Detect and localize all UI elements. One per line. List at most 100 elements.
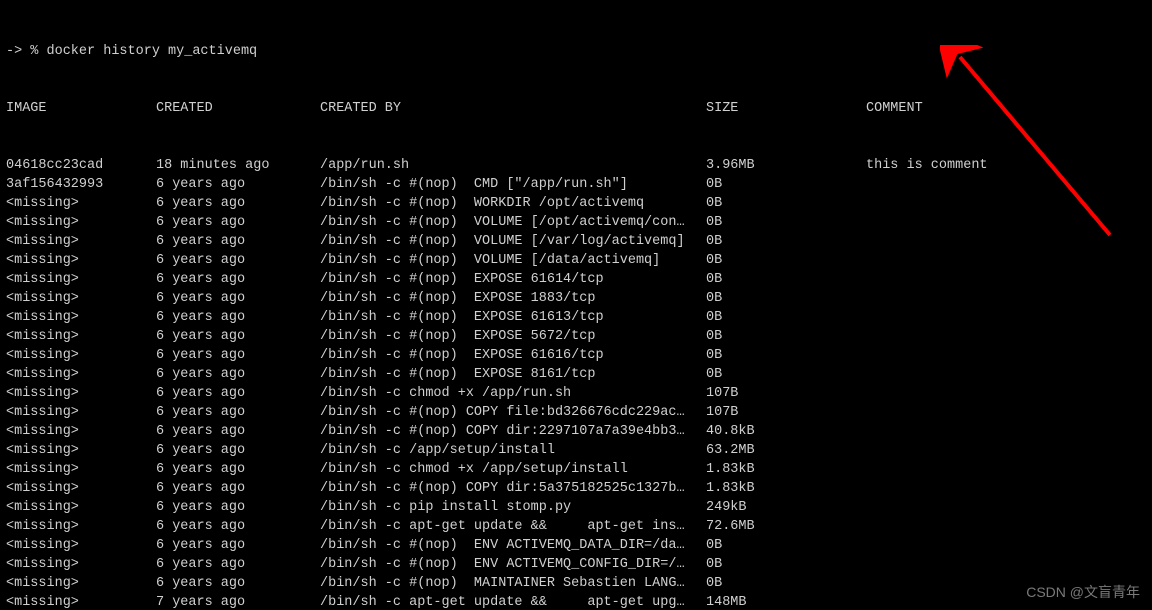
command-prompt: -> % docker history my_activemq — [6, 42, 257, 61]
cell-comment — [866, 593, 1146, 610]
cell-size: 249kB — [706, 498, 866, 517]
cell-size: 40.8kB — [706, 422, 866, 441]
cell-comment — [866, 422, 1146, 441]
cell-image: <missing> — [6, 308, 156, 327]
cell-created: 6 years ago — [156, 422, 320, 441]
cell-comment — [866, 536, 1146, 555]
cell-createdby: /bin/sh -c chmod +x /app/setup/install — [320, 460, 706, 479]
table-body: 04618cc23cad18 minutes ago/app/run.sh3.9… — [6, 156, 1146, 610]
cell-size: 0B — [706, 327, 866, 346]
cell-created: 7 years ago — [156, 593, 320, 610]
cell-created: 6 years ago — [156, 460, 320, 479]
cell-comment — [866, 384, 1146, 403]
cell-image: <missing> — [6, 270, 156, 289]
cell-comment — [866, 308, 1146, 327]
cell-createdby: /bin/sh -c #(nop) ENV ACTIVEMQ_DATA_DIR=… — [320, 536, 706, 555]
cell-comment — [866, 270, 1146, 289]
cell-createdby: /bin/sh -c #(nop) ENV ACTIVEMQ_CONFIG_DI… — [320, 555, 706, 574]
cell-created: 6 years ago — [156, 251, 320, 270]
table-row: 3af1564329936 years ago/bin/sh -c #(nop)… — [6, 175, 1146, 194]
cell-createdby: /bin/sh -c #(nop) COPY file:bd326676cdc2… — [320, 403, 706, 422]
cell-createdby: /bin/sh -c #(nop) EXPOSE 1883/tcp — [320, 289, 706, 308]
cell-created: 6 years ago — [156, 289, 320, 308]
cell-size: 0B — [706, 365, 866, 384]
cell-comment — [866, 460, 1146, 479]
table-row: <missing>6 years ago/bin/sh -c /app/setu… — [6, 441, 1146, 460]
cell-createdby: /bin/sh -c #(nop) CMD ["/app/run.sh"] — [320, 175, 706, 194]
table-row: 04618cc23cad18 minutes ago/app/run.sh3.9… — [6, 156, 1146, 175]
cell-image: <missing> — [6, 365, 156, 384]
table-row: <missing>6 years ago/bin/sh -c #(nop) EX… — [6, 308, 1146, 327]
header-createdby: CREATED BY — [320, 99, 706, 118]
cell-createdby: /bin/sh -c chmod +x /app/run.sh — [320, 384, 706, 403]
cell-comment — [866, 479, 1146, 498]
cell-created: 6 years ago — [156, 536, 320, 555]
cell-image: 3af156432993 — [6, 175, 156, 194]
cell-image: <missing> — [6, 194, 156, 213]
cell-size: 0B — [706, 175, 866, 194]
cell-created: 6 years ago — [156, 384, 320, 403]
cell-comment — [866, 251, 1146, 270]
table-row: <missing>7 years ago/bin/sh -c apt-get u… — [6, 593, 1146, 610]
cell-comment — [866, 213, 1146, 232]
table-row: <missing>6 years ago/bin/sh -c #(nop) WO… — [6, 194, 1146, 213]
header-created: CREATED — [156, 99, 320, 118]
cell-createdby: /app/run.sh — [320, 156, 706, 175]
cell-createdby: /bin/sh -c /app/setup/install — [320, 441, 706, 460]
table-row: <missing>6 years ago/bin/sh -c #(nop) EN… — [6, 555, 1146, 574]
command-prompt-line: -> % docker history my_activemq — [6, 42, 1146, 61]
cell-size: 0B — [706, 194, 866, 213]
cell-created: 18 minutes ago — [156, 156, 320, 175]
cell-created: 6 years ago — [156, 213, 320, 232]
cell-comment — [866, 441, 1146, 460]
cell-created: 6 years ago — [156, 346, 320, 365]
table-row: <missing>6 years ago/bin/sh -c #(nop) MA… — [6, 574, 1146, 593]
header-size: SIZE — [706, 99, 866, 118]
cell-size: 0B — [706, 213, 866, 232]
cell-image: <missing> — [6, 479, 156, 498]
cell-size: 72.6MB — [706, 517, 866, 536]
cell-created: 6 years ago — [156, 441, 320, 460]
cell-comment — [866, 232, 1146, 251]
table-row: <missing>6 years ago/bin/sh -c #(nop) EX… — [6, 327, 1146, 346]
cell-size: 3.96MB — [706, 156, 866, 175]
cell-createdby: /bin/sh -c pip install stomp.py — [320, 498, 706, 517]
cell-createdby: /bin/sh -c #(nop) COPY dir:2297107a7a39e… — [320, 422, 706, 441]
table-row: <missing>6 years ago/bin/sh -c #(nop) VO… — [6, 213, 1146, 232]
table-row: <missing>6 years ago/bin/sh -c chmod +x … — [6, 460, 1146, 479]
cell-created: 6 years ago — [156, 517, 320, 536]
terminal-output: -> % docker history my_activemq IMAGE CR… — [0, 0, 1152, 610]
cell-created: 6 years ago — [156, 479, 320, 498]
table-header-row: IMAGE CREATED CREATED BY SIZE COMMENT — [6, 99, 1146, 118]
cell-image: <missing> — [6, 593, 156, 610]
cell-size: 1.83kB — [706, 460, 866, 479]
cell-created: 6 years ago — [156, 574, 320, 593]
table-row: <missing>6 years ago/bin/sh -c #(nop) EX… — [6, 289, 1146, 308]
cell-created: 6 years ago — [156, 555, 320, 574]
cell-createdby: /bin/sh -c #(nop) VOLUME [/data/activemq… — [320, 251, 706, 270]
cell-image: <missing> — [6, 517, 156, 536]
cell-size: 0B — [706, 289, 866, 308]
cell-created: 6 years ago — [156, 308, 320, 327]
header-comment: COMMENT — [866, 99, 1146, 118]
cell-createdby: /bin/sh -c #(nop) EXPOSE 61616/tcp — [320, 346, 706, 365]
table-row: <missing>6 years ago/bin/sh -c #(nop) EX… — [6, 365, 1146, 384]
cell-image: <missing> — [6, 441, 156, 460]
cell-comment — [866, 365, 1146, 384]
cell-image: <missing> — [6, 403, 156, 422]
cell-created: 6 years ago — [156, 194, 320, 213]
cell-image: <missing> — [6, 346, 156, 365]
table-row: <missing>6 years ago/bin/sh -c #(nop) EN… — [6, 536, 1146, 555]
cell-comment — [866, 574, 1146, 593]
cell-created: 6 years ago — [156, 270, 320, 289]
table-row: <missing>6 years ago/bin/sh -c #(nop) CO… — [6, 403, 1146, 422]
cell-image: <missing> — [6, 251, 156, 270]
cell-image: <missing> — [6, 460, 156, 479]
cell-image: 04618cc23cad — [6, 156, 156, 175]
cell-comment: this is comment — [866, 156, 1146, 175]
cell-comment — [866, 289, 1146, 308]
cell-comment — [866, 194, 1146, 213]
cell-createdby: /bin/sh -c #(nop) EXPOSE 5672/tcp — [320, 327, 706, 346]
cell-createdby: /bin/sh -c #(nop) COPY dir:5a375182525c1… — [320, 479, 706, 498]
cell-created: 6 years ago — [156, 175, 320, 194]
